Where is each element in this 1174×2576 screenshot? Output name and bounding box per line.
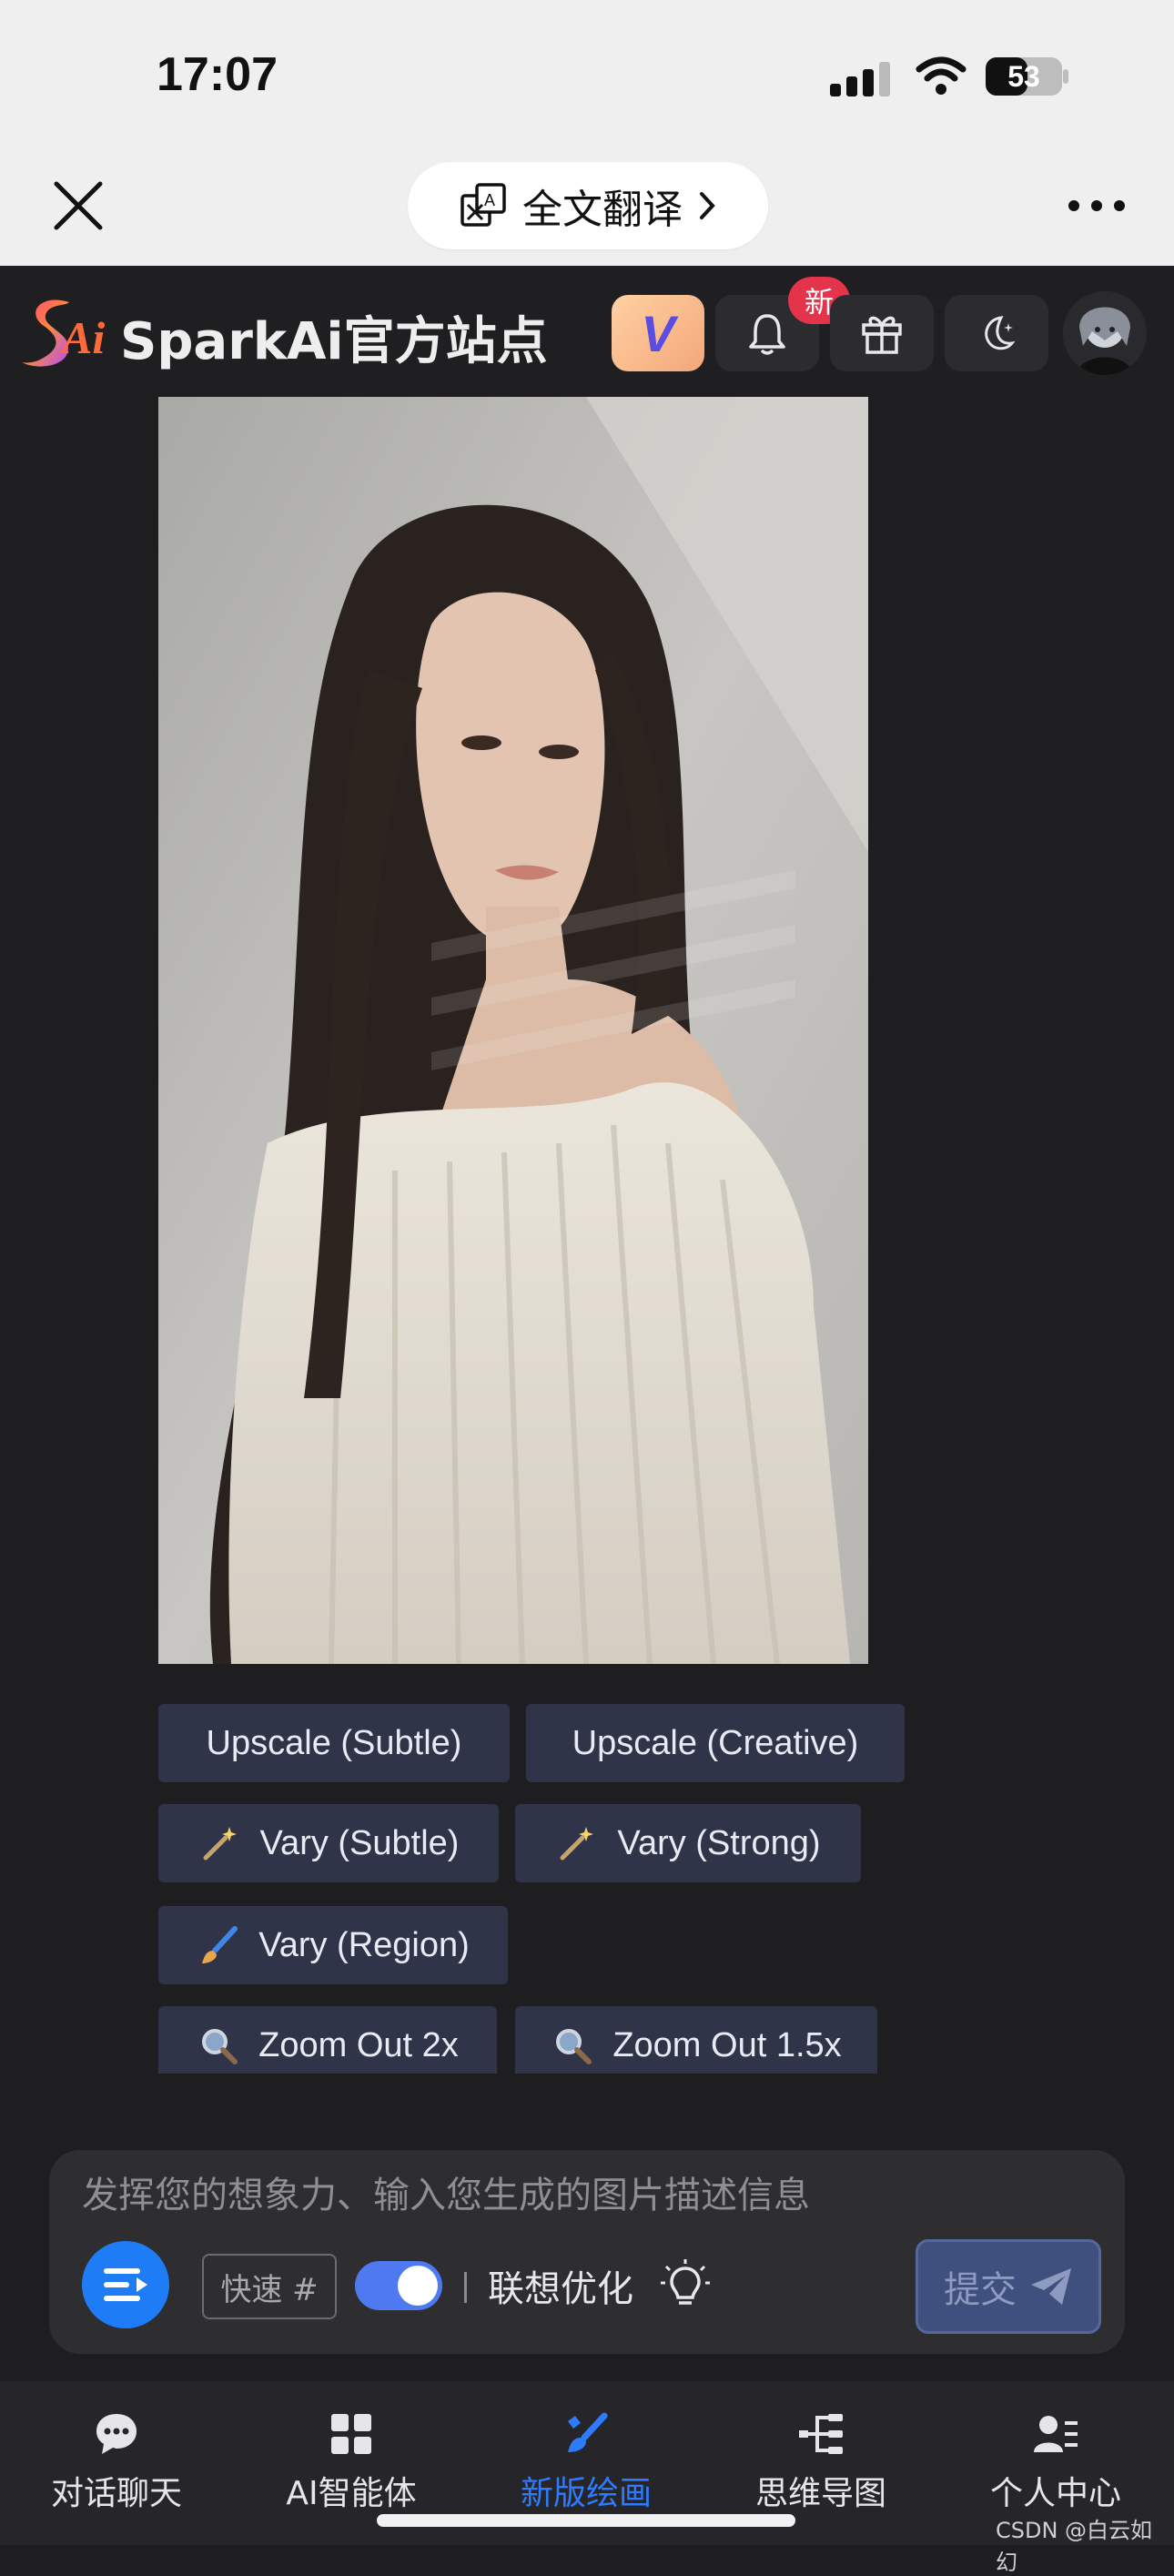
submit-button[interactable]: 提交 [916,2239,1101,2334]
tab-chat[interactable]: 对话聊天 [25,2410,207,2514]
magnifier-icon [202,2029,238,2064]
vip-button[interactable]: V [612,295,704,371]
quick-tag-button[interactable]: 快速 # [202,2254,337,2319]
zoom-out-1-5x-button[interactable]: Zoom Out 1.5x [515,2006,877,2074]
more-options-icon[interactable] [1065,188,1128,224]
lightbulb-icon[interactable] [659,2257,712,2310]
magic-wand-icon [203,1827,237,1861]
prompt-menu-button[interactable] [82,2241,169,2328]
home-indicator [377,2514,795,2527]
upscale-subtle-label: Upscale (Subtle) [206,1723,462,1762]
generated-image[interactable] [158,397,868,1664]
wifi-icon [916,56,967,95]
tab-label: 个人中心 [989,2475,1121,2512]
tab-label: 对话聊天 [50,2475,182,2512]
bell-icon [749,314,785,355]
tab-mindmap[interactable]: 思维导图 [730,2410,912,2514]
vary-region-label: Vary (Region) [258,1925,470,1964]
dark-mode-button[interactable] [945,295,1048,371]
translate-icon: A [460,183,506,227]
tab-ai-agent[interactable]: AI智能体 [260,2410,442,2514]
magnifier-icon [556,2029,592,2064]
vary-strong-button[interactable]: Vary (Strong) [515,1804,861,1882]
zoom-out-1-5x-label: Zoom Out 1.5x [612,2025,842,2064]
vary-subtle-label: Vary (Subtle) [259,1823,460,1862]
sparkai-logo[interactable]: Ai [20,293,115,370]
upscale-creative-button[interactable]: Upscale (Creative) [526,1704,905,1782]
translate-button[interactable]: A 全文翻译 [408,162,768,249]
tab-label: AI智能体 [286,2475,417,2512]
assoc-optimize-toggle[interactable] [355,2261,442,2310]
moon-icon [985,316,1016,350]
cellular-signal-icon [830,62,890,96]
divider [464,2272,467,2303]
mindmap-icon [799,2414,843,2454]
vary-region-button[interactable]: Vary (Region) [158,1906,508,1984]
vip-icon: V [641,304,675,362]
site-title: SparkAi官方站点 [120,312,548,371]
prompt-input[interactable] [82,2170,1083,2221]
list-menu-icon [104,2268,147,2301]
gift-icon [862,316,902,354]
zoom-out-2x-label: Zoom Out 2x [258,2025,459,2064]
user-profile-icon [1034,2416,1078,2452]
magic-wand-icon [560,1827,594,1861]
status-time: 17:07 [157,48,278,101]
logo-text: Ai [62,312,106,363]
tab-profile[interactable]: 个人中心 [965,2410,1147,2514]
paintbrush-icon [202,1926,238,1963]
assoc-optimize-label: 联想优化 [488,2268,633,2310]
vary-subtle-button[interactable]: Vary (Subtle) [158,1804,499,1882]
tab-label: 新版绘画 [520,2475,652,2512]
send-icon [1031,2268,1071,2305]
gift-button[interactable] [830,295,934,371]
tab-label: 思维导图 [754,2475,886,2512]
grid-apps-icon [331,2414,371,2454]
svg-text:A: A [484,191,495,209]
watermark: CSDN @白云如幻 [996,2518,1153,2575]
chat-bubble-icon [96,2414,137,2454]
close-icon[interactable] [47,175,109,237]
battery-icon: 53 [985,56,1070,96]
submit-label: 提交 [944,2269,1017,2311]
vary-strong-label: Vary (Strong) [617,1823,821,1862]
tab-new-painting[interactable]: 新版绘画 [495,2410,677,2514]
upscale-creative-label: Upscale (Creative) [572,1723,859,1762]
upscale-subtle-button[interactable]: Upscale (Subtle) [158,1704,510,1782]
battery-level: 53 [1007,59,1040,93]
translate-label: 全文翻译 [522,187,683,233]
zoom-row: Zoom Out 2x Zoom Out 1.5x [158,2006,905,2074]
avatar[interactable] [1063,291,1147,375]
toggle-knob [398,2266,438,2306]
chevron-right-icon [700,192,715,219]
zoom-out-2x-button[interactable]: Zoom Out 2x [158,2006,497,2074]
brush-icon [568,2412,608,2452]
